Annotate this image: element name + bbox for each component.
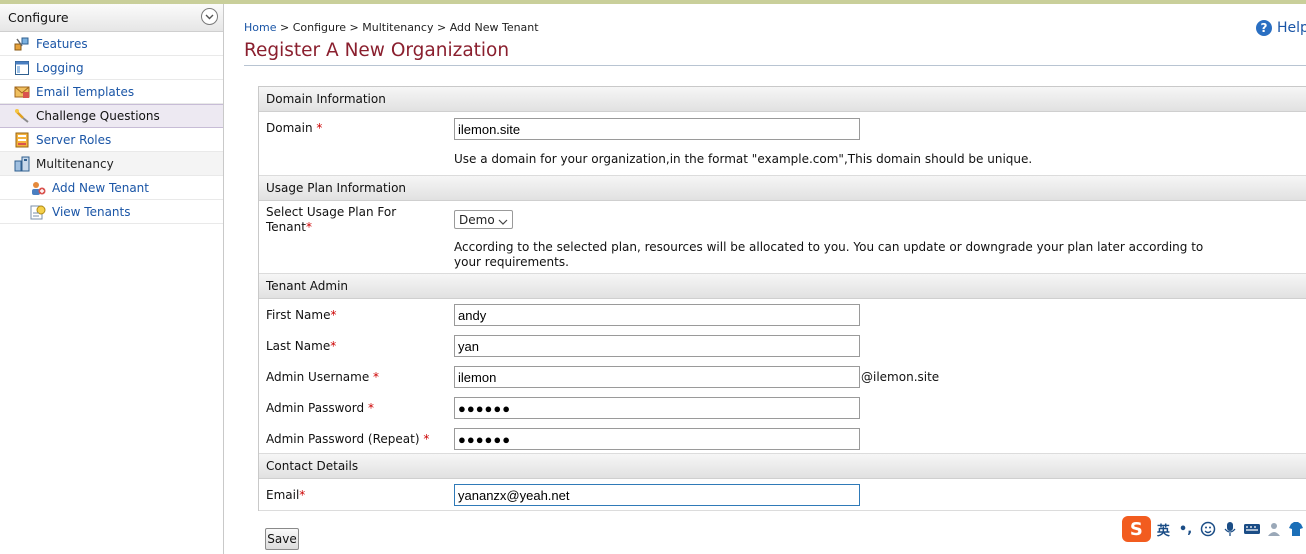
breadcrumb-configure: Configure: [292, 21, 347, 34]
sidebar-item-label: Email Templates: [36, 84, 135, 99]
usage-plan-selected: Demo: [459, 212, 495, 227]
sidebar: Configure Features Logging Email Templat…: [0, 4, 224, 554]
breadcrumb-multitenancy: Multitenancy: [362, 21, 434, 34]
admin-password-row: Admin Password * ●●●●●●: [259, 392, 1306, 423]
page-title: Register A New Organization: [244, 40, 510, 61]
last-name-row: Last Name* yan: [259, 330, 1306, 361]
sidebar-item-label: Multitenancy: [36, 156, 114, 171]
domain-hint: Use a domain for your organization,in th…: [454, 152, 1033, 166]
sidebar-item-label: Add New Tenant: [52, 180, 149, 195]
domain-input[interactable]: ilemon.site: [454, 118, 860, 140]
sidebar-item-label: View Tenants: [52, 204, 131, 219]
last-name-input[interactable]: yan: [454, 335, 860, 357]
sidebar-item-add-new-tenant[interactable]: Add New Tenant: [0, 176, 223, 200]
sidebar-item-view-tenants[interactable]: View Tenants: [0, 200, 223, 224]
sidebar-header: Configure: [0, 4, 223, 32]
breadcrumb-home-link[interactable]: Home: [244, 21, 276, 34]
chevron-down-icon: [498, 215, 508, 229]
section-header-contact: Contact Details: [259, 454, 1306, 479]
ime-keyboard-icon[interactable]: [1242, 519, 1261, 539]
ime-skin-icon[interactable]: [1287, 519, 1306, 539]
admin-password-input[interactable]: ●●●●●●: [454, 397, 860, 419]
email-row: Email* yananzx@yeah.net: [259, 479, 1306, 511]
sidebar-item-logging[interactable]: Logging: [0, 56, 223, 80]
sidebar-item-server-roles[interactable]: Server Roles: [0, 128, 223, 152]
sidebar-item-label: Logging: [36, 60, 84, 75]
usage-plan-label: Select Usage Plan For Tenant*: [266, 205, 397, 234]
first-name-label: First Name*: [266, 308, 337, 322]
admin-password-repeat-input[interactable]: ●●●●●●: [454, 428, 860, 450]
usage-plan-select[interactable]: Demo: [454, 210, 513, 229]
breadcrumb-separator: >: [276, 21, 293, 34]
username-domain-suffix: @ilemon.site: [861, 370, 940, 384]
email-input[interactable]: yananzx@yeah.net: [454, 484, 860, 506]
admin-password-label: Admin Password *: [266, 401, 374, 415]
sidebar-item-multitenancy[interactable]: Multitenancy: [0, 152, 223, 176]
ime-language-toggle[interactable]: 英: [1154, 519, 1173, 539]
multitenancy-icon: [14, 156, 30, 172]
server-roles-icon: [14, 132, 30, 148]
domain-label: Domain *: [266, 121, 323, 135]
ime-punctuation-toggle[interactable]: •,: [1176, 519, 1195, 539]
sidebar-item-label: Challenge Questions: [36, 109, 160, 123]
ime-microphone-icon[interactable]: [1220, 519, 1239, 539]
admin-username-label: Admin Username *: [266, 370, 380, 384]
title-divider: [244, 65, 1306, 66]
section-header-domain: Domain Information: [259, 87, 1306, 112]
sidebar-item-email-templates[interactable]: Email Templates: [0, 80, 223, 104]
save-button[interactable]: Save: [265, 528, 299, 550]
help-icon: ?: [1256, 20, 1272, 36]
ime-logo-icon[interactable]: S: [1122, 516, 1151, 542]
view-tenants-icon: [30, 204, 46, 220]
last-name-label: Last Name*: [266, 339, 337, 353]
sidebar-title: Configure: [8, 10, 69, 25]
admin-password-repeat-row: Admin Password (Repeat) * ●●●●●●: [259, 423, 1306, 454]
section-header-usage-plan: Usage Plan Information: [259, 176, 1306, 201]
usage-plan-hint: According to the selected plan, resource…: [454, 240, 1204, 269]
section-header-tenant-admin: Tenant Admin: [259, 274, 1306, 299]
breadcrumb-separator: >: [346, 21, 363, 34]
help-label: Help: [1277, 20, 1306, 36]
admin-username-row: Admin Username * ilemon @ilemon.site: [259, 361, 1306, 392]
email-label: Email*: [266, 488, 306, 502]
breadcrumb-separator: >: [433, 21, 450, 34]
usage-plan-row: Select Usage Plan For Tenant* Demo Accord…: [259, 201, 1306, 274]
tenant-registration-form: Domain Information Domain * ilemon.site …: [258, 86, 1306, 511]
add-tenant-icon: [30, 180, 46, 196]
first-name-input[interactable]: andy: [454, 304, 860, 326]
first-name-row: First Name* andy: [259, 299, 1306, 330]
collapse-chevron-icon[interactable]: [201, 8, 218, 25]
breadcrumb: Home > Configure > Multitenancy > Add Ne…: [244, 21, 539, 34]
admin-password-repeat-label: Admin Password (Repeat) *: [266, 432, 430, 446]
challenge-questions-icon: [14, 108, 30, 124]
logging-icon: [14, 60, 30, 76]
sidebar-item-label: Server Roles: [36, 132, 112, 147]
breadcrumb-current: Add New Tenant: [449, 21, 539, 34]
sidebar-item-features[interactable]: Features: [0, 32, 223, 56]
sidebar-item-label: Features: [36, 36, 88, 51]
ime-emoji-icon[interactable]: [1198, 519, 1217, 539]
features-icon: [14, 36, 30, 52]
domain-row: Domain * ilemon.site Use a domain for yo…: [259, 112, 1306, 176]
ime-user-icon[interactable]: [1265, 519, 1284, 539]
help-link[interactable]: ? Help: [1256, 20, 1306, 36]
sidebar-item-challenge-questions[interactable]: Challenge Questions: [0, 104, 223, 128]
admin-username-input[interactable]: ilemon: [454, 366, 860, 388]
ime-toolbar: S 英 •,: [1122, 515, 1306, 543]
email-templates-icon: [14, 84, 30, 100]
